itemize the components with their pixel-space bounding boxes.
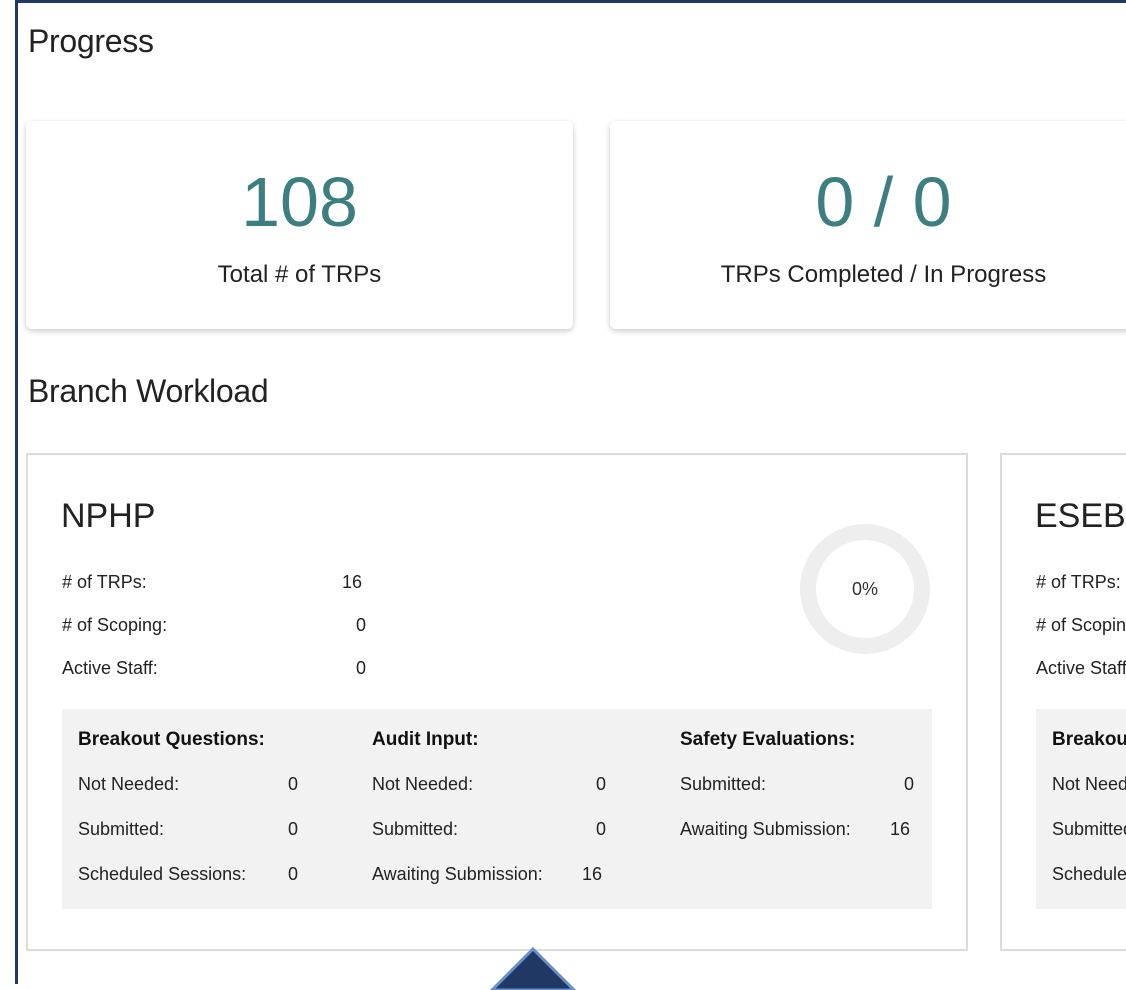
trps-completed-card: 0 / 0 TRPs Completed / In Progress [610, 121, 1126, 329]
audit-title: Audit Input: [372, 729, 479, 750]
scoping-label: # of Scoping: [1036, 615, 1126, 635]
safety-submitted-label: Submitted: [680, 774, 767, 794]
progress-title: Progress [28, 23, 154, 59]
trps-label: # of TRPs: [62, 572, 147, 592]
staff-label: Active Staff: [62, 658, 158, 678]
branch-card-nphp[interactable]: NPHP # of TRPs: 16 # of Scoping: 0 Activ… [26, 453, 968, 951]
total-trps-card: 108 Total # of TRPs [26, 121, 573, 329]
trps-value: 16 [342, 572, 363, 592]
branch-details-panel: Breakout Questions: Not Needed: 0 Submit… [62, 709, 932, 909]
breakout-submitted-label: Submitted: [78, 819, 165, 839]
trps-label: # of TRPs: [1036, 572, 1121, 592]
safety-awaiting-value: 16 [890, 819, 911, 839]
total-trps-label: Total # of TRPs [217, 261, 382, 288]
trps-completed-label: TRPs Completed / In Progress [720, 261, 1047, 288]
breakout-not-needed-label: Not Needed: [78, 774, 180, 794]
safety-submitted-value: 0 [904, 774, 915, 794]
audit-submitted-label: Submitted: [372, 819, 459, 839]
total-trps-value: 108 [241, 163, 358, 241]
branch-details-panel: Breakout Questions: Not Needed: Submitte… [1036, 709, 1126, 909]
audit-submitted-value: 0 [596, 819, 607, 839]
progress-percent: 0% [851, 578, 878, 599]
branch-name: NPHP [61, 497, 156, 535]
safety-awaiting-label: Awaiting Submission: [680, 819, 851, 839]
scoping-label: # of Scoping: [62, 615, 168, 635]
breakout-submitted-label: Submitted: [1052, 819, 1126, 839]
breakout-sessions-value: 0 [288, 864, 299, 884]
breakout-submitted-value: 0 [288, 819, 299, 839]
safety-title: Safety Evaluations: [680, 729, 856, 750]
audit-not-needed-value: 0 [596, 774, 607, 794]
branch-card-eseb[interactable]: ESEB # of TRPs: # of Scoping: Active Sta… [1000, 453, 1126, 951]
breakout-title: Breakout Questions: [78, 729, 265, 750]
branch-name: ESEB [1035, 497, 1126, 535]
staff-label: Active Staff: [1036, 658, 1126, 678]
breakout-not-needed-label: Not Needed: [1052, 774, 1126, 794]
dashboard-frame: Progress 108 Total # of TRPs 0 / 0 TRPs … [15, 0, 1126, 984]
branch-workload-title: Branch Workload [28, 373, 269, 409]
chevron-up-icon[interactable] [488, 945, 578, 990]
breakout-sessions-label: Scheduled Sessions: [1052, 864, 1126, 884]
audit-awaiting-value: 16 [582, 864, 603, 884]
trps-completed-value: 0 / 0 [815, 163, 952, 241]
scoping-value: 0 [356, 615, 367, 635]
staff-value: 0 [356, 658, 367, 678]
audit-not-needed-label: Not Needed: [372, 774, 474, 794]
breakout-sessions-label: Scheduled Sessions: [78, 864, 247, 884]
breakout-title: Breakout Questions: [1052, 729, 1126, 750]
audit-awaiting-label: Awaiting Submission: [372, 864, 543, 884]
breakout-not-needed-value: 0 [288, 774, 299, 794]
